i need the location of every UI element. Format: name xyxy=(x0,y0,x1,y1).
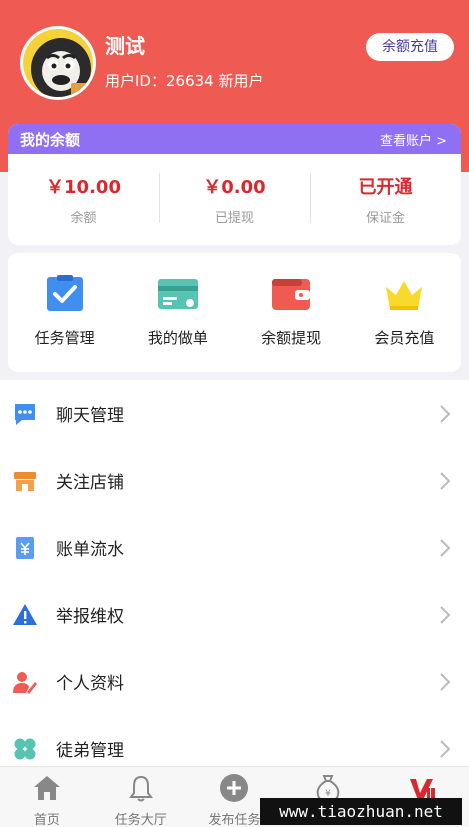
user-name: 测试 xyxy=(105,34,145,58)
balance-title: 我的余额 xyxy=(20,130,81,149)
plus-circle-icon xyxy=(220,774,249,802)
menu-label: 个人资料 xyxy=(56,674,124,694)
tab-home[interactable]: 首页 xyxy=(0,767,94,827)
view-account-link[interactable]: 查看账户 > xyxy=(380,130,447,149)
chevron-right-icon xyxy=(440,673,451,691)
balance-stats: ￥10.00 余额 ￥0.00 已提现 已开通 保证金 xyxy=(8,154,461,245)
bell-icon xyxy=(128,775,153,802)
wallet-icon xyxy=(272,279,311,310)
quick-label: 会员充值 xyxy=(374,329,435,347)
stat-withdrawn[interactable]: ￥0.00 已提现 xyxy=(159,173,310,226)
chevron-right-icon xyxy=(440,740,451,758)
quick-vip-recharge[interactable]: 会员充值 xyxy=(348,253,461,372)
stat-label: 保证金 xyxy=(365,211,405,226)
stat-deposit[interactable]: 已开通 保证金 xyxy=(310,173,461,226)
menu-item-profile[interactable]: 个人资料 xyxy=(0,648,469,715)
recharge-button[interactable]: 余额充值 xyxy=(366,33,454,61)
card-icon xyxy=(157,279,198,309)
chevron-right-icon xyxy=(440,539,451,557)
menu-item-bill[interactable]: 账单流水 xyxy=(0,514,469,581)
user-status: 新用户 xyxy=(218,72,264,90)
menu-item-report[interactable]: 举报维权 xyxy=(0,581,469,648)
chevron-right-icon xyxy=(440,472,451,490)
quick-label: 我的做单 xyxy=(147,329,208,347)
chevron-right-icon xyxy=(440,405,451,423)
balance-header: 我的余额 查看账户 > xyxy=(8,124,461,154)
menu-label: 聊天管理 xyxy=(56,406,124,426)
tab-label: 首页 xyxy=(33,813,60,827)
chevron-right-icon xyxy=(440,606,451,624)
quick-task-manage[interactable]: 任务管理 xyxy=(8,253,121,372)
menu-label: 关注店铺 xyxy=(56,473,124,493)
bill-icon xyxy=(16,536,34,559)
quick-my-orders[interactable]: 我的做单 xyxy=(121,253,234,372)
stat-label: 余额 xyxy=(70,211,97,226)
quick-label: 任务管理 xyxy=(34,329,95,347)
gorilla-avatar-icon xyxy=(31,38,91,97)
stat-value: ￥10.00 xyxy=(46,177,121,198)
stat-value: 已开通 xyxy=(358,177,413,198)
stat-value: ￥0.00 xyxy=(203,177,266,198)
menu-list: 聊天管理 关注店铺 账单流水 举报维权 个人资料 徒弟管理 xyxy=(0,380,469,782)
clipboard-check-icon xyxy=(46,275,83,311)
user-id-row: 用户ID：26634 新用户 xyxy=(105,70,264,91)
shop-icon xyxy=(14,471,36,491)
clover-icon xyxy=(14,738,36,759)
menu-item-chat[interactable]: 聊天管理 xyxy=(0,380,469,447)
quick-withdraw[interactable]: 余额提现 xyxy=(235,253,348,372)
menu-label: 举报维权 xyxy=(56,607,124,627)
user-id-value: 26634 xyxy=(165,72,214,90)
stat-balance[interactable]: ￥10.00 余额 xyxy=(8,173,159,226)
menu-item-follow-shop[interactable]: 关注店铺 xyxy=(0,447,469,514)
avatar[interactable] xyxy=(20,26,96,100)
profile-edit-icon xyxy=(13,671,37,694)
quick-actions: 任务管理 我的做单 余额提现 会员充值 xyxy=(8,253,461,372)
tab-label: 任务大厅 xyxy=(114,813,167,827)
warning-icon xyxy=(13,603,37,625)
crown-icon xyxy=(386,281,423,310)
balance-card: 我的余额 查看账户 > ￥10.00 余额 ￥0.00 已提现 已开通 保证金 xyxy=(8,124,461,245)
watermark: www.tiaozhuan.net xyxy=(260,798,462,825)
menu-label: 徒弟管理 xyxy=(56,741,124,761)
menu-label: 账单流水 xyxy=(56,540,124,560)
chat-icon xyxy=(15,403,35,425)
quick-label: 余额提现 xyxy=(261,329,322,347)
user-id-label: 用户ID： xyxy=(105,72,166,90)
tab-task-hall[interactable]: 任务大厅 xyxy=(94,767,188,827)
stat-label: 已提现 xyxy=(214,211,254,226)
home-icon xyxy=(33,776,60,800)
